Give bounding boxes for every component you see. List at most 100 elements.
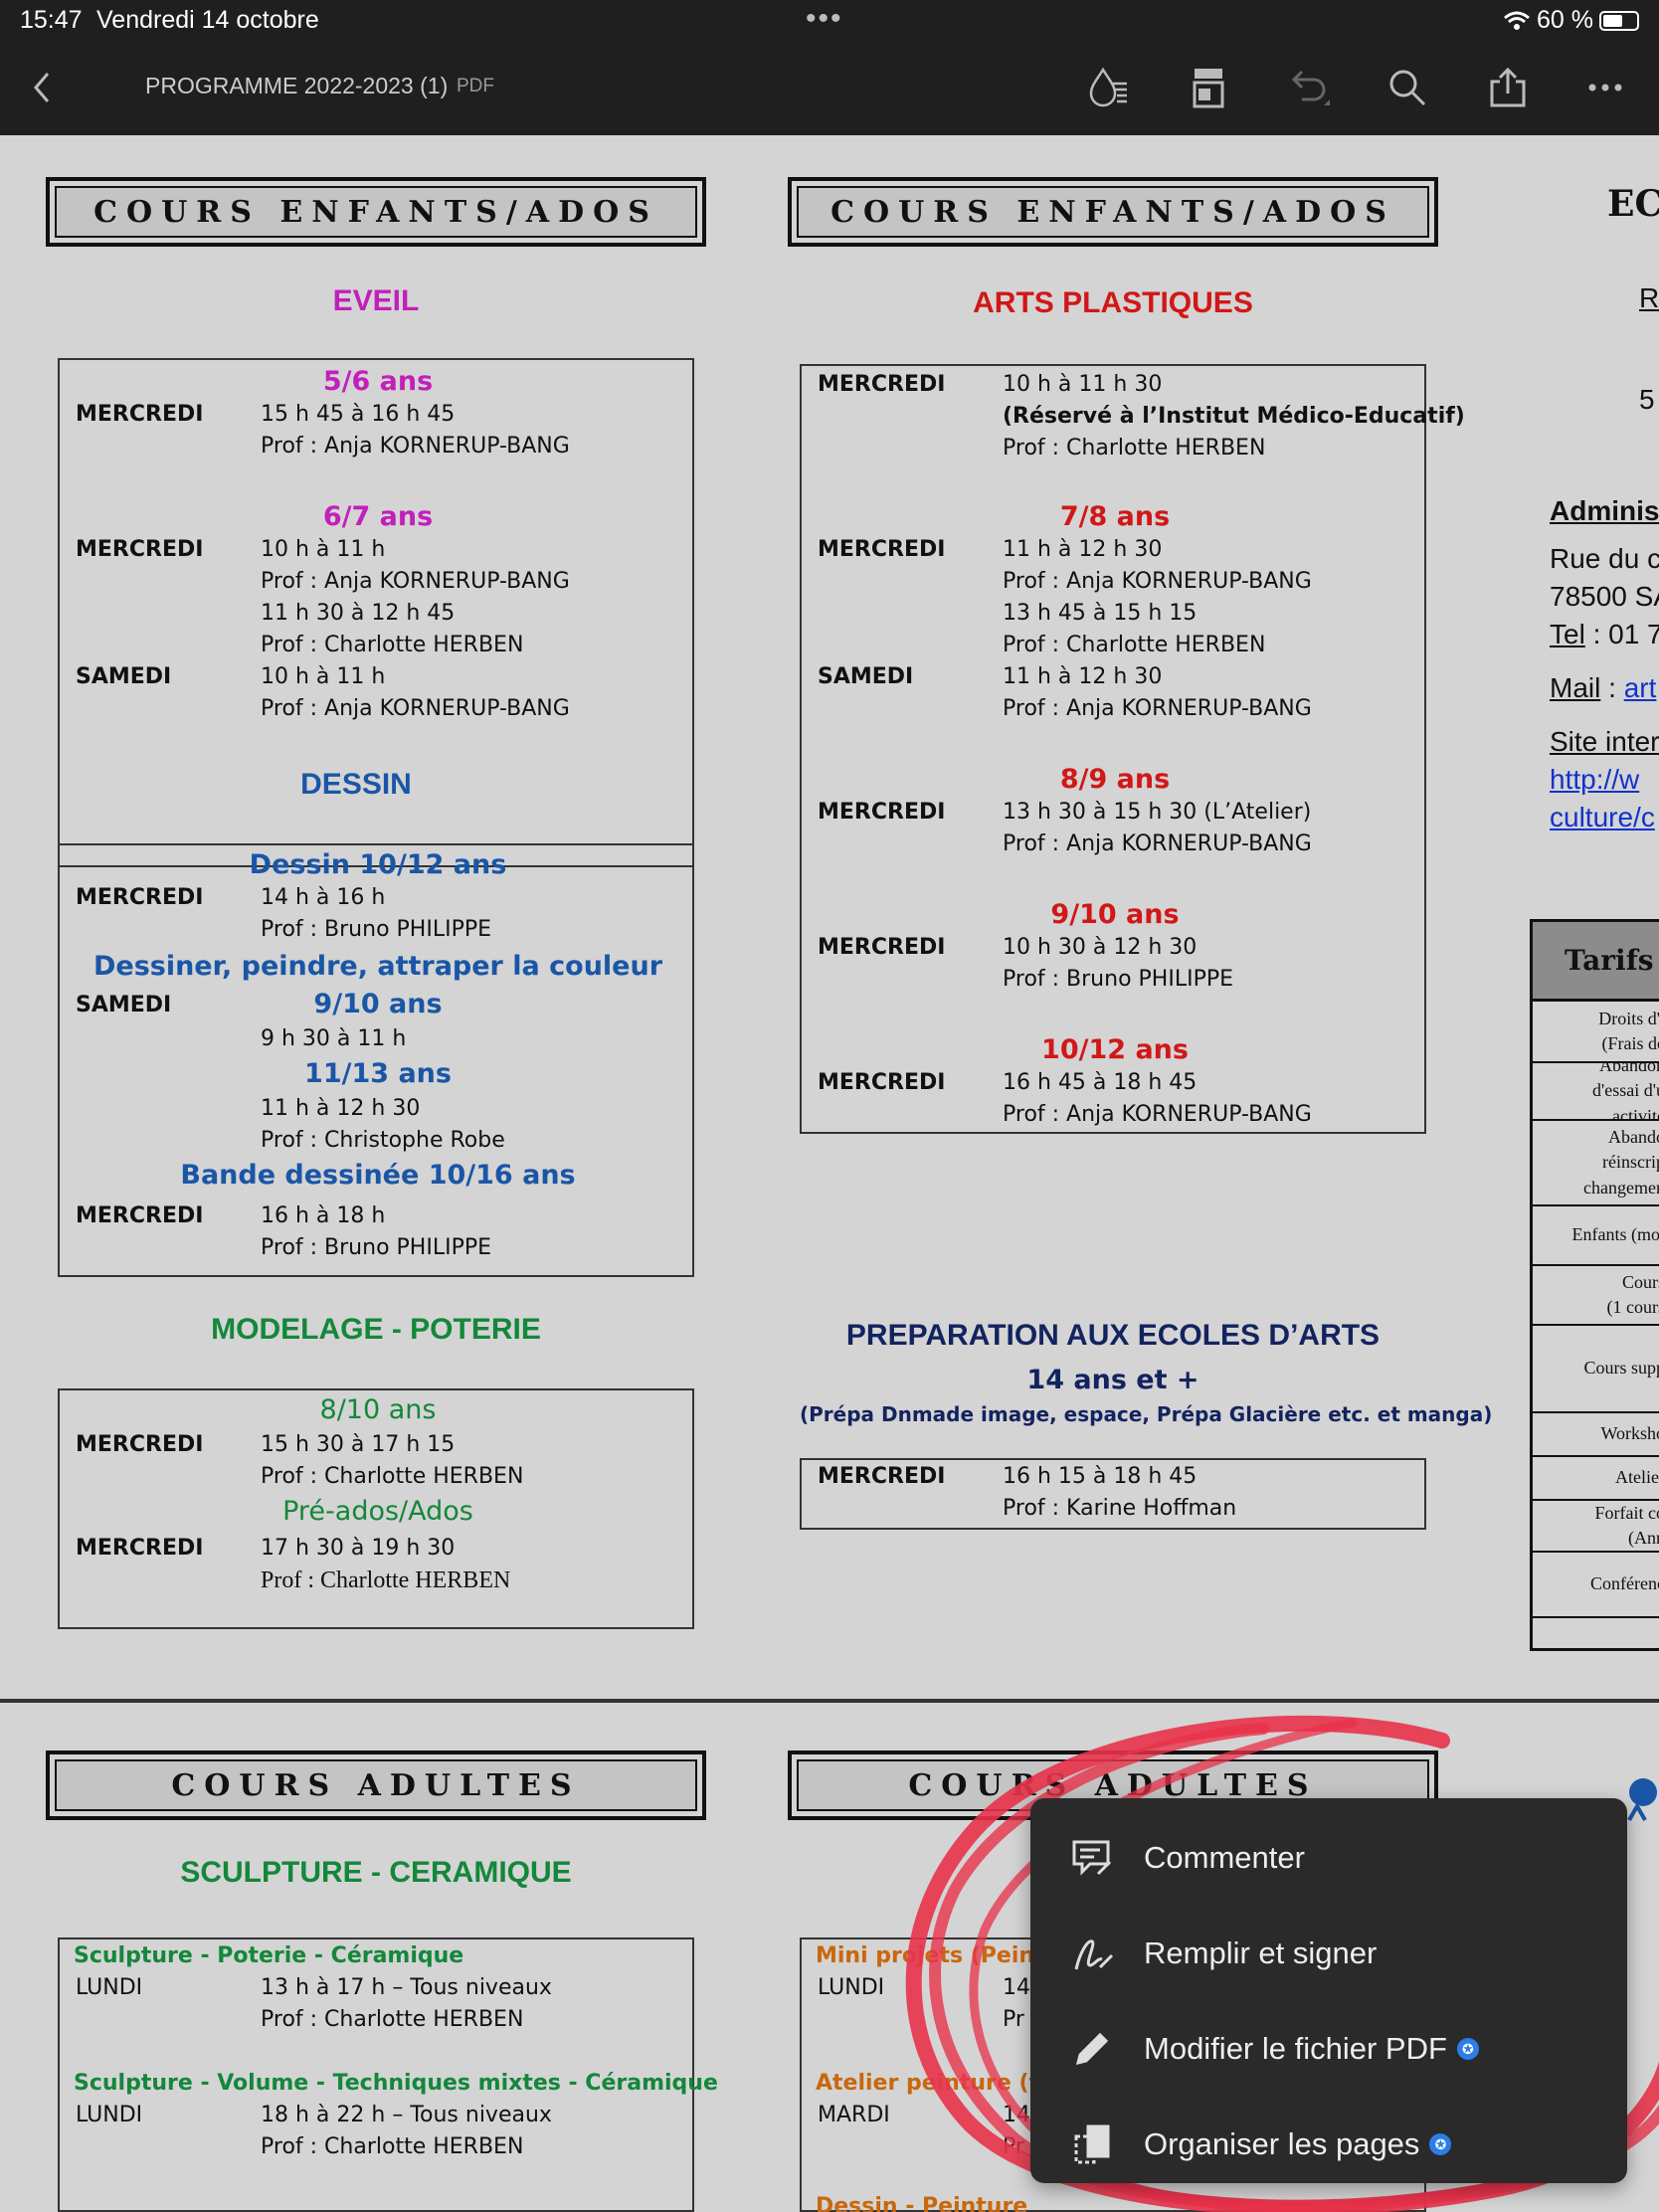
menu-item-remplir-et-signer[interactable]: Remplir et signer — [1030, 1906, 1627, 2001]
day-label: MERCREDI — [818, 537, 946, 562]
site-link[interactable]: http://w — [1550, 764, 1639, 796]
sculpture-title: SCULPTURE - CERAMIQUE — [180, 1856, 572, 1889]
time-slot: 11 h à 12 h 30 — [1003, 664, 1163, 689]
tarif-row-text: changemen — [1583, 1177, 1659, 1198]
time-slot: 13 h 45 à 15 h 15 — [1003, 601, 1198, 626]
time-slot: 17 h 30 à 19 h 30 — [261, 1536, 456, 1561]
day-label: MERCREDI — [76, 885, 204, 910]
sign-icon — [1068, 1930, 1116, 1977]
teacher: Prof : Bruno PHILIPPE — [1003, 967, 1233, 992]
teacher: Pr — [1003, 2007, 1024, 2032]
arts-plastiques-title: ARTS PLASTIQUES — [973, 286, 1253, 319]
tarif-row: Cours supp — [1533, 1326, 1659, 1413]
tarifs-header: Tarifs — [1533, 922, 1659, 1002]
tarif-row: Enfants (moi — [1533, 1206, 1659, 1266]
right-fragment: 5 — [1639, 384, 1655, 415]
time-slot: 10 h à 11 h — [261, 537, 386, 562]
right-fragment: R — [1639, 282, 1659, 313]
address-line: Rue du c — [1550, 543, 1659, 574]
time-slot: 15 h 45 à 16 h 45 — [261, 402, 456, 427]
age-label: Pré-ados/Ados — [282, 1496, 473, 1527]
tarif-row: Cours (1 cours — [1533, 1266, 1659, 1326]
day-label: MERCREDI — [76, 1203, 204, 1228]
time-slot: 11 h à 12 h 30 — [1003, 537, 1163, 562]
tarif-row-text: Abandon — [1599, 1063, 1659, 1076]
course-subtitle: Atelier peinture (to — [816, 2071, 1055, 2096]
wifi-icon — [1504, 11, 1530, 30]
day-label: MERCREDI — [76, 537, 204, 562]
tarif-row: Abando réinscrip changemen — [1533, 1121, 1659, 1206]
tarif-row-text: (Ann — [1628, 1528, 1659, 1548]
share-icon[interactable] — [1486, 66, 1530, 109]
time-slot: 15 h 30 à 17 h 15 — [261, 1432, 456, 1457]
teacher: Prof : Anja KORNERUP-BANG — [1003, 831, 1312, 856]
course-subtitle: Bande dessinée 10/16 ans — [180, 1160, 576, 1191]
tarif-row: Conférenc — [1533, 1553, 1659, 1618]
more-options-icon[interactable] — [1583, 66, 1627, 109]
age-label: 11/13 ans — [304, 1058, 452, 1089]
course-subtitle: Sculpture - Volume - Techniques mixtes -… — [74, 2071, 718, 2096]
battery-percent: 60 % — [1537, 6, 1593, 34]
tarif-row-text: Droits d'i — [1598, 1008, 1659, 1028]
tarif-row-text: activité — [1612, 1105, 1659, 1121]
search-icon[interactable] — [1385, 66, 1429, 109]
menu-item-organiser-pages[interactable]: Organiser les pages ✪ — [1030, 2097, 1627, 2192]
menu-item-commenter[interactable]: Commenter — [1030, 1810, 1627, 1906]
teacher: Prof : Christophe Robe — [261, 1128, 505, 1153]
premium-badge-icon: ✪ — [1456, 2038, 1479, 2060]
course-subtitle: Mini projets (Peintu — [816, 1943, 1061, 1968]
age-label: 10/12 ans — [1041, 1034, 1189, 1065]
page-view-icon[interactable] — [1187, 66, 1230, 109]
teacher: Pr — [1003, 2134, 1024, 2159]
tarif-row: Droits d'i (Frais de — [1533, 1002, 1659, 1063]
menu-item-modifier-pdf[interactable]: Modifier le fichier PDF ✪ — [1030, 2001, 1627, 2097]
premium-badge-icon: ✪ — [1429, 2133, 1452, 2155]
teacher: Prof : Charlotte HERBEN — [1003, 436, 1266, 461]
time-slot: 16 h 45 à 18 h 45 — [1003, 1070, 1198, 1095]
site-link[interactable]: culture/c — [1550, 802, 1655, 833]
eveil-title: EVEIL — [332, 284, 420, 317]
teacher: Prof : Bruno PHILIPPE — [261, 1235, 491, 1260]
status-date: Vendredi 14 octobre — [96, 6, 319, 34]
back-chevron-icon[interactable] — [30, 68, 54, 107]
right-page-header: ECO — [1607, 183, 1659, 225]
mail-link[interactable]: art — [1624, 672, 1657, 703]
multitask-dots[interactable]: ••• — [806, 2, 843, 36]
status-right: 60 % — [1503, 6, 1639, 35]
address-line: 78500 SA — [1550, 581, 1659, 612]
tarif-row-text: Abando — [1608, 1127, 1659, 1148]
teacher: Prof : Anja KORNERUP-BANG — [1003, 696, 1312, 721]
time-slot: 10 h 30 à 12 h 30 — [1003, 935, 1198, 960]
time-slot: 18 h à 22 h – Tous niveaux — [261, 2103, 552, 2127]
tarif-row-text: (1 cours — [1606, 1297, 1659, 1317]
time-slot: 16 h à 18 h — [261, 1203, 386, 1228]
teacher: Prof : Anja KORNERUP-BANG — [1003, 1102, 1312, 1127]
tarifs-table: Tarifs Droits d'i (Frais de Abandon d'essai… — [1530, 919, 1659, 1651]
pencil-icon — [1068, 2025, 1116, 2073]
day-label: SAMEDI — [818, 664, 914, 689]
section-header-left: COURS ADULTES — [46, 1751, 706, 1820]
teacher: Prof : Charlotte HERBEN — [261, 1567, 511, 1593]
age-label: 9/10 ans — [1050, 899, 1180, 930]
time-slot: 13 h à 17 h – Tous niveaux — [261, 1975, 552, 2000]
day-label: LUNDI — [76, 1975, 143, 2000]
teacher: Prof : Bruno PHILIPPE — [261, 917, 491, 942]
day-label: MARDI — [818, 2103, 890, 2127]
admin-heading: Adminis — [1550, 495, 1659, 526]
tarif-row: Atelier — [1533, 1457, 1659, 1501]
day-label: MERCREDI — [818, 1070, 946, 1095]
age-label: 9/10 ans — [313, 989, 443, 1019]
course-subtitle: Sculpture - Poterie - Céramique — [74, 1943, 464, 1968]
tarif-row-text: Enfants (moi — [1571, 1224, 1659, 1245]
day-label: MERCREDI — [76, 402, 204, 427]
file-type-label: PDF — [457, 76, 494, 96]
phone-line: Tel : 01 7 — [1550, 619, 1659, 649]
day-label: MERCREDI — [818, 1464, 946, 1489]
undo-icon[interactable] — [1286, 66, 1330, 109]
age-label: 7/8 ans — [1059, 501, 1171, 532]
liquid-mode-icon[interactable] — [1087, 66, 1131, 109]
time-slot: 11 h 30 à 12 h 45 — [261, 601, 456, 626]
status-bar: 15:47 Vendredi 14 octobre ••• 60 % — [0, 0, 1659, 40]
teacher: Prof : Charlotte HERBEN — [261, 1464, 524, 1489]
mail-line: Mail : art — [1550, 672, 1657, 703]
